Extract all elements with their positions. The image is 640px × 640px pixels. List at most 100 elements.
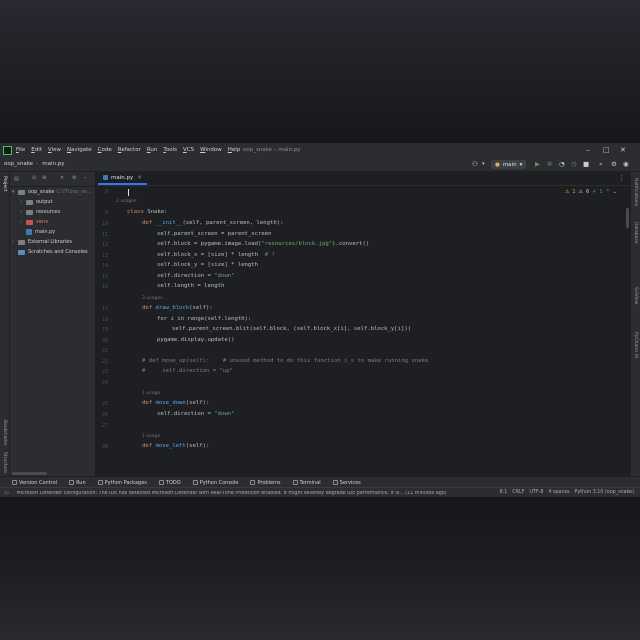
- status-message[interactable]: Microsoft Defender configuration: The ID…: [17, 491, 477, 496]
- close-icon[interactable]: ✕: [620, 146, 626, 154]
- vcs-icon: [12, 480, 17, 485]
- tool-run[interactable]: Run: [69, 480, 86, 486]
- menu-help[interactable]: Help: [228, 147, 241, 153]
- folder-excluded-icon: [26, 219, 33, 225]
- typo-icon: ✔: [592, 189, 597, 195]
- line-number: 18: [101, 317, 108, 323]
- pycharm-logo-icon: [3, 145, 12, 155]
- tool-version-control[interactable]: Version Control: [12, 480, 57, 486]
- usage-hint[interactable]: 3 usages: [142, 296, 163, 301]
- line-number: 25: [101, 401, 108, 407]
- folder-icon: [26, 209, 33, 215]
- code-editor[interactable]: ⚠ 1 ⚠ 6 ✔ 1 ⌃ ⌄ 8 9 10 11 12 13 14 15 16 17…: [96, 186, 631, 476]
- line-number: 8: [104, 189, 108, 195]
- code-line: self.length = length: [157, 283, 225, 289]
- indent-setting[interactable]: 4 spaces: [548, 490, 569, 495]
- menu-run[interactable]: Run: [147, 147, 158, 153]
- tree-item-main-py[interactable]: main.py: [26, 227, 55, 237]
- run-configuration-select[interactable]: ● main ▾: [491, 160, 527, 169]
- line-number: 17: [101, 306, 108, 312]
- close-tab-icon[interactable]: ✕: [137, 175, 142, 181]
- menu-vcs[interactable]: VCS: [183, 147, 194, 153]
- project-view-icon[interactable]: ▤: [14, 176, 19, 182]
- chevron-down-icon[interactable]: ⌄: [613, 189, 617, 195]
- code-line: self.block_y = [size] * length: [157, 262, 259, 268]
- tool-todo[interactable]: TODO: [158, 480, 181, 486]
- tree-item-oop-snake[interactable]: ▾ oop_snake C:\IT\oop_sn...: [12, 187, 92, 197]
- breadcrumb-project[interactable]: oop_snake: [4, 161, 33, 167]
- gear-icon[interactable]: ⚙: [72, 175, 76, 181]
- chevron-down-icon[interactable]: ▾: [482, 161, 485, 167]
- maximize-icon[interactable]: □: [603, 146, 610, 154]
- line-number: 12: [101, 242, 108, 248]
- line-number-gutter: 8 9 10 11 12 13 14 15 16 17 18 19 20 21 …: [96, 186, 122, 476]
- ai-assistant-tool-button[interactable]: PyCharm AI: [633, 332, 638, 358]
- tool-terminal[interactable]: Terminal: [292, 480, 321, 486]
- line-number: 27: [101, 423, 108, 429]
- code-line: class Snake:: [127, 209, 168, 215]
- coverage-icon[interactable]: ◔: [559, 160, 565, 168]
- line-number: 23: [101, 369, 108, 375]
- usage-hint[interactable]: 1 usage: [142, 391, 160, 396]
- usage-hint[interactable]: 2 usages: [116, 199, 137, 204]
- file-encoding[interactable]: UTF-8: [529, 490, 543, 495]
- menu-code[interactable]: Code: [98, 147, 112, 153]
- project-tool-button[interactable]: Project: [2, 176, 7, 191]
- line-number: 11: [101, 232, 108, 238]
- tab-main-py[interactable]: main.py ✕: [98, 172, 147, 185]
- breadcrumb-separator: ›: [36, 161, 39, 167]
- menu-refactor[interactable]: Refactor: [118, 147, 141, 153]
- menu-navigate[interactable]: Navigate: [67, 147, 92, 153]
- tool-services[interactable]: Services: [332, 480, 361, 486]
- code-line: self.block = pygame.image.load("resource…: [157, 241, 370, 247]
- collapse-icon[interactable]: ⊝: [32, 175, 36, 181]
- tool-problems[interactable]: Problems: [250, 480, 281, 486]
- inspection-widget[interactable]: ⚠ 1 ⚠ 6 ✔ 1 ⌃ ⌄: [565, 189, 617, 195]
- more-icon[interactable]: ⋮: [618, 174, 625, 182]
- line-number: 16: [101, 284, 108, 290]
- stop-icon[interactable]: ■: [583, 160, 589, 168]
- run-icon: [69, 480, 75, 485]
- line-number: 26: [101, 412, 108, 418]
- vertical-scrollbar[interactable]: [626, 208, 629, 228]
- debug-icon[interactable]: ✲: [547, 160, 552, 168]
- run-icon[interactable]: ▶: [535, 160, 540, 168]
- close-icon[interactable]: ✕: [60, 175, 64, 181]
- tool-python-packages[interactable]: Python Packages: [97, 480, 147, 486]
- breadcrumb-file[interactable]: main.py: [42, 161, 64, 167]
- line-separator[interactable]: CRLF: [512, 490, 524, 495]
- right-tool-strip: Notifications Database SciView PyCharm A…: [630, 172, 640, 476]
- notifications-tool-button[interactable]: Notifications: [633, 178, 638, 206]
- menu-edit[interactable]: Edit: [31, 147, 42, 153]
- usage-hint[interactable]: 1 usage: [142, 434, 160, 439]
- minimize-icon[interactable]: –: [586, 146, 590, 154]
- code-line: # def move_up(self): # unused method to …: [142, 358, 429, 364]
- sciview-tool-button[interactable]: SciView: [633, 287, 638, 304]
- menu-view[interactable]: View: [48, 147, 61, 153]
- tree-item-output[interactable]: › output: [20, 197, 53, 207]
- menu-window[interactable]: Window: [200, 147, 222, 153]
- menu-file[interactable]: File: [16, 147, 25, 153]
- user-icon[interactable]: ⚇: [472, 160, 478, 168]
- menu-bar: File Edit View Navigate Code Refactor Ru…: [0, 143, 640, 157]
- ide-logo-icon[interactable]: ◉: [623, 160, 629, 168]
- database-tool-button[interactable]: Database: [633, 222, 638, 243]
- tree-item-venv[interactable]: › venv: [20, 217, 48, 227]
- warning-icon: ⚠: [564, 189, 570, 195]
- profile-icon[interactable]: ◷: [571, 160, 577, 168]
- python-interpreter[interactable]: Python 3.10 (oop_snake): [575, 490, 634, 495]
- settings-icon[interactable]: ⚙: [611, 160, 617, 168]
- select-opened-file-icon[interactable]: ⊕: [42, 175, 46, 181]
- search-icon[interactable]: ⌕: [599, 160, 603, 169]
- tree-item-resources[interactable]: › resources: [20, 207, 60, 217]
- chevron-up-icon[interactable]: ⌃: [606, 189, 610, 195]
- hide-icon[interactable]: –: [84, 175, 87, 181]
- tree-item-scratches[interactable]: Scratches and Consoles: [18, 247, 88, 257]
- menu-tools[interactable]: Tools: [163, 147, 177, 153]
- tree-item-external-libraries[interactable]: › External Libraries: [12, 237, 72, 247]
- caret-position[interactable]: 8:1: [500, 490, 508, 495]
- horizontal-scrollbar[interactable]: [12, 472, 47, 475]
- bookmarks-tool-button[interactable]: Bookmarks: [2, 420, 7, 445]
- tool-python-console[interactable]: Python Console: [192, 480, 238, 486]
- structure-tool-button[interactable]: Structure: [2, 452, 7, 473]
